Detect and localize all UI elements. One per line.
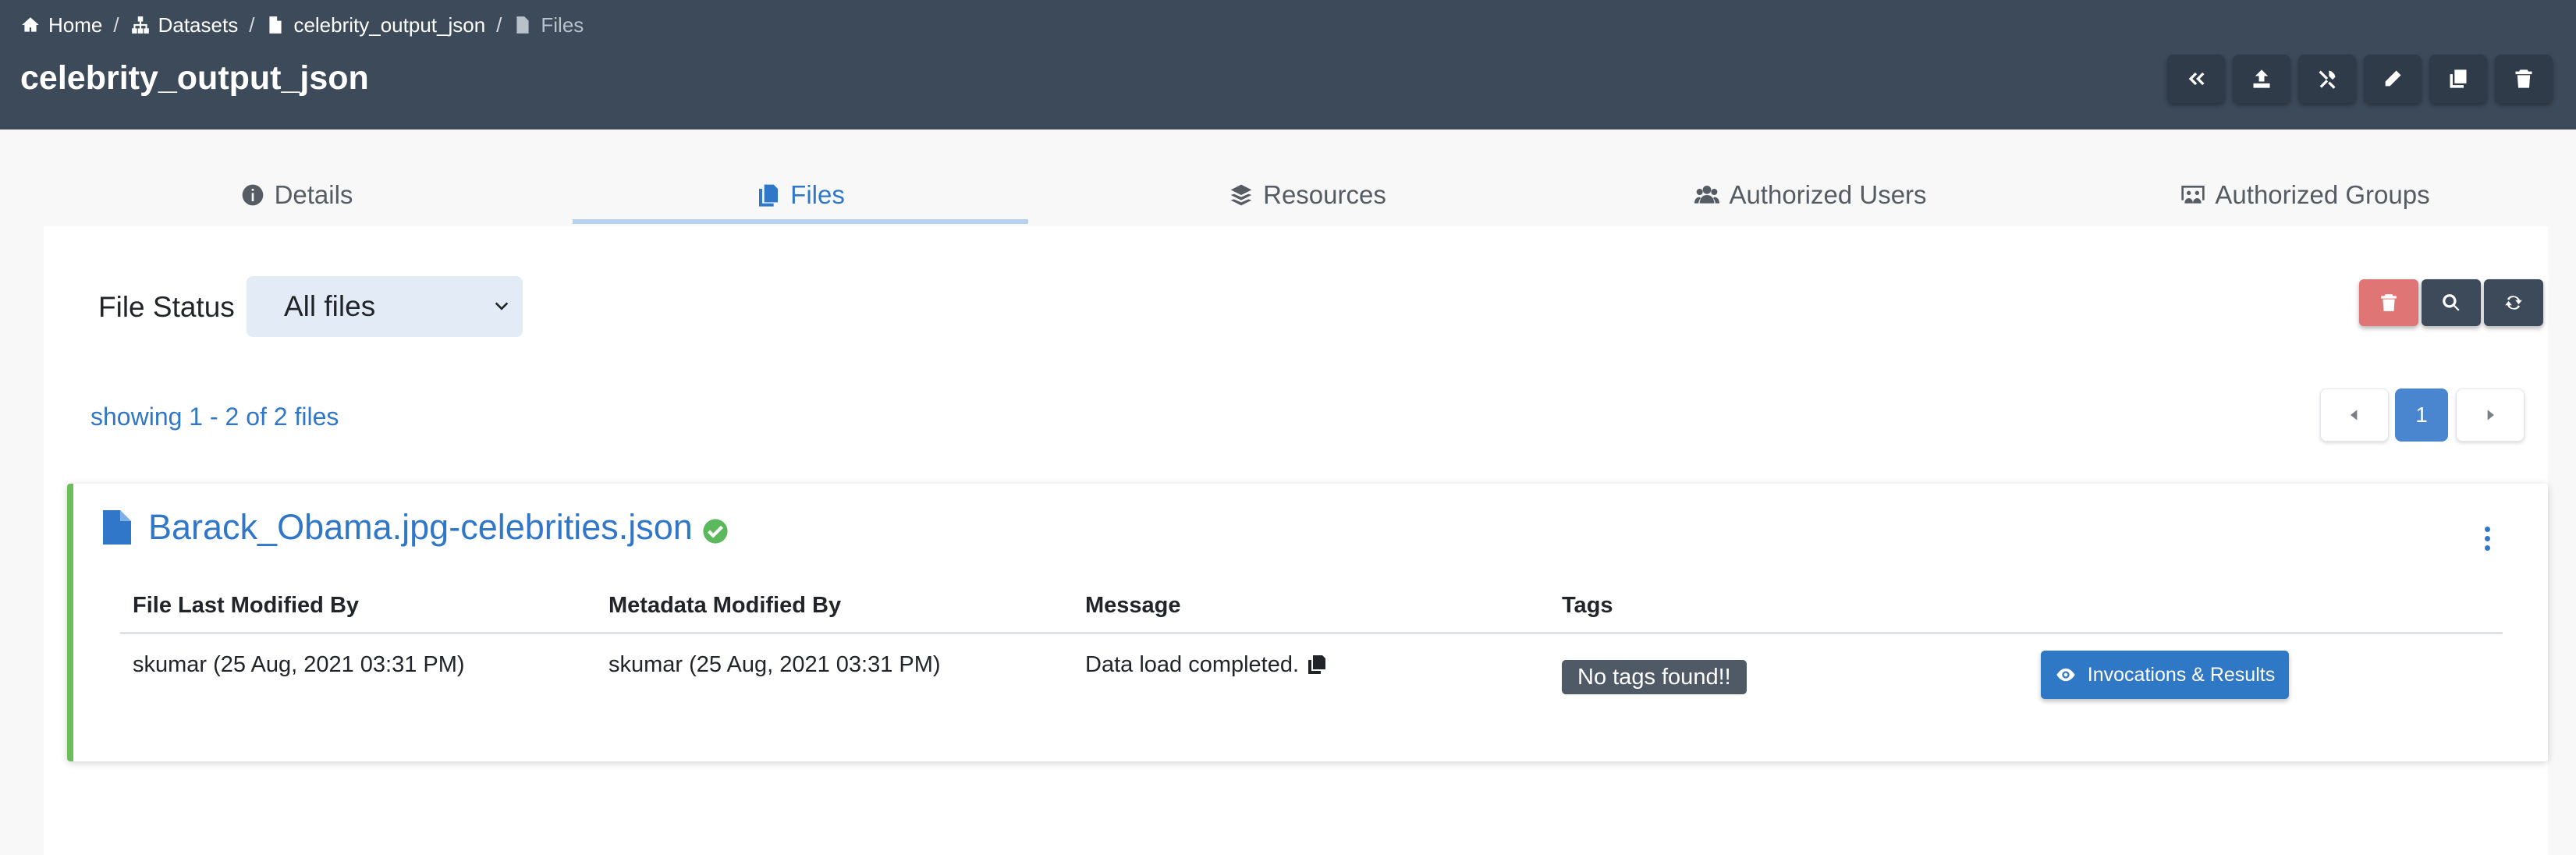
tab-bar: Details Files Resources Authorized Users… (0, 164, 2576, 226)
info-circle-icon (242, 184, 263, 206)
tab-authorized-users-label: Authorized Users (1729, 180, 1927, 209)
page-header: Home / Datasets / celebrity_output_json … (0, 0, 2576, 129)
breadcrumb-separator: / (113, 12, 119, 37)
file-icon (516, 16, 529, 34)
message-cell: Data load completed. (1085, 651, 1326, 679)
header-toolbar (2167, 55, 2553, 103)
trash-icon (2381, 294, 2397, 311)
breadcrumb-datasets[interactable]: Datasets (130, 12, 239, 37)
breadcrumb-separator: / (496, 12, 502, 37)
file-icon (269, 16, 282, 34)
file-menu-kebab-icon[interactable] (2476, 521, 2498, 555)
eye-icon (2056, 668, 2075, 682)
page-title: celebrity_output_json (20, 59, 369, 97)
breadcrumb: Home / Datasets / celebrity_output_json … (20, 11, 584, 39)
check-circle-icon (703, 519, 728, 544)
chevron-down-icon (495, 302, 509, 310)
pagination-page[interactable]: 1 (2395, 388, 2448, 442)
refresh-button[interactable] (2484, 279, 2543, 326)
column-header-metadata-modified: Metadata Modified By (609, 593, 842, 618)
copy-icon (2450, 69, 2467, 88)
invocations-results-label: Invocations & Results (2087, 663, 2276, 686)
tab-authorized-users[interactable]: Authorized Users (1587, 164, 2035, 226)
breadcrumb-home-label: Home (48, 12, 103, 37)
tab-authorized-groups[interactable]: Authorized Groups (2035, 164, 2576, 226)
delete-files-button[interactable] (2359, 279, 2418, 326)
breadcrumb-home[interactable]: Home (20, 13, 102, 37)
search-files-button[interactable] (2422, 279, 2481, 326)
back-button[interactable] (2167, 55, 2225, 103)
caret-right-icon (2487, 410, 2494, 420)
tab-files-label: Files (790, 180, 845, 209)
active-tab-indicator (573, 219, 1028, 224)
search-icon (2443, 294, 2460, 311)
file-icon (103, 510, 131, 545)
copy-icon[interactable] (1308, 655, 1326, 674)
home-icon (22, 17, 39, 32)
invocations-results-button[interactable]: Invocations & Results (2041, 651, 2289, 699)
breadcrumb-separator: / (249, 12, 255, 37)
trash-icon (2515, 69, 2532, 88)
pagination-next[interactable] (2456, 388, 2525, 442)
edit-button[interactable] (2364, 55, 2422, 103)
double-chevron-left-icon (2188, 72, 2205, 86)
pagination-previous[interactable] (2320, 388, 2389, 442)
upload-icon (2253, 69, 2270, 88)
tab-files[interactable]: Files (573, 164, 1028, 226)
results-count: showing 1 - 2 of 2 files (90, 403, 339, 431)
users-icon (1694, 186, 1720, 204)
tab-details[interactable]: Details (0, 164, 593, 226)
breadcrumb-dataset[interactable]: celebrity_output_json (265, 13, 485, 37)
delete-button[interactable] (2495, 55, 2553, 103)
files-icon (759, 184, 779, 207)
sitemap-icon (131, 16, 149, 34)
tools-button[interactable] (2298, 55, 2356, 103)
breadcrumb-datasets-label: Datasets (158, 12, 239, 37)
table-header-divider (120, 632, 2503, 634)
column-header-file-modified: File Last Modified By (133, 593, 360, 618)
group-icon (2181, 186, 2205, 204)
tab-resources[interactable]: Resources (1028, 164, 1587, 226)
refresh-icon (2505, 296, 2522, 310)
breadcrumb-files: Files (513, 13, 584, 37)
caret-left-icon (2351, 410, 2358, 420)
metadata-modified-by: skumar (25 Aug, 2021 03:31 PM) (609, 652, 941, 677)
file-status-select[interactable]: All files (247, 276, 523, 337)
tab-authorized-groups-label: Authorized Groups (2215, 180, 2430, 209)
tab-details-label: Details (274, 180, 353, 209)
column-header-tags: Tags (1562, 593, 1613, 618)
message-text: Data load completed. (1085, 652, 1300, 677)
file-status-selected: All files (284, 290, 376, 322)
breadcrumb-dataset-label: celebrity_output_json (293, 12, 486, 37)
file-status-label: File Status (98, 291, 235, 323)
pencil-icon (2385, 70, 2401, 87)
breadcrumb-files-label: Files (541, 12, 584, 37)
no-tags-badge: No tags found!! (1562, 660, 1747, 694)
tools-icon (2319, 70, 2336, 89)
file-modified-by: skumar (25 Aug, 2021 03:31 PM) (133, 652, 465, 677)
layers-icon (1230, 184, 1252, 206)
upload-button[interactable] (2233, 55, 2290, 103)
column-header-message: Message (1085, 593, 1181, 618)
file-name-link[interactable]: Barack_Obama.jpg-celebrities.json (148, 506, 693, 549)
tab-resources-label: Resources (1263, 180, 1386, 209)
copy-button[interactable] (2429, 55, 2487, 103)
